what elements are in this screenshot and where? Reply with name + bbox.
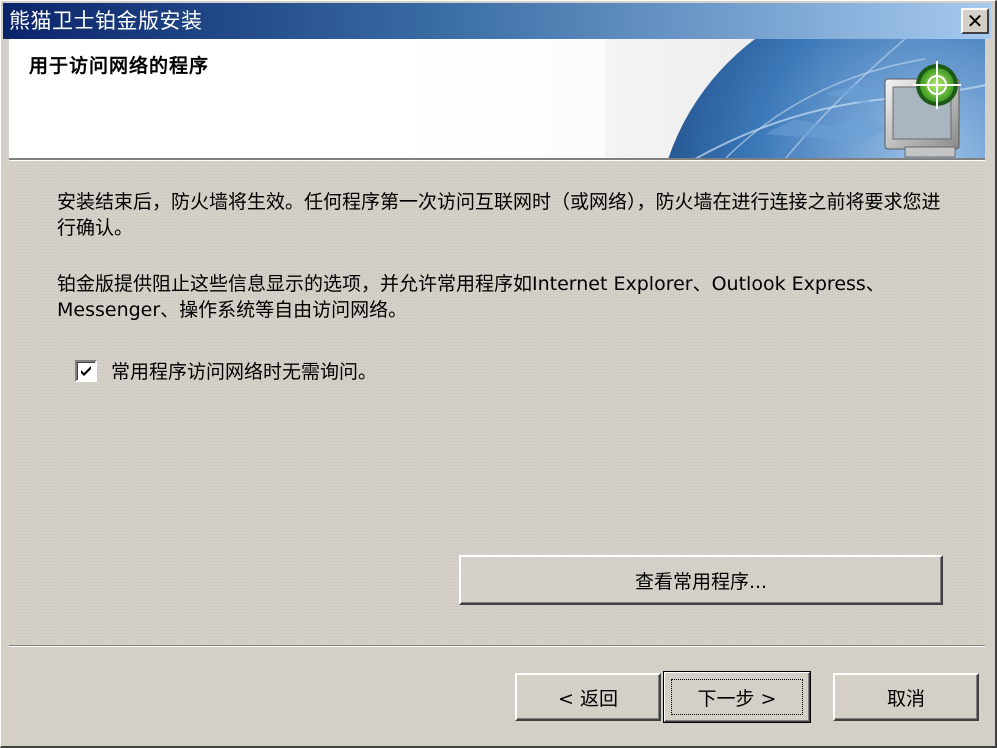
footer-divider xyxy=(9,645,985,647)
title-bar[interactable]: 熊猫卫士铂金版安装 ✕ xyxy=(3,3,991,39)
header-panel: 用于访问网络的程序 xyxy=(9,39,985,159)
back-button[interactable]: < 返回 xyxy=(515,673,661,721)
firewall-description: 安装结束后，防火墙将生效。任何程序第一次访问互联网时（或网络），防火墙在进行连接… xyxy=(57,191,941,239)
installer-window: 熊猫卫士铂金版安装 ✕ 用于访问网络的程序 安装结束后，防火墙将生效。任何程序第… xyxy=(0,0,997,748)
next-button[interactable]: 下一步 > xyxy=(663,671,811,723)
page-title: 用于访问网络的程序 xyxy=(29,55,210,77)
back-button-label: < 返回 xyxy=(558,687,618,710)
no-prompt-checkbox[interactable] xyxy=(75,359,97,382)
window-title: 熊猫卫士铂金版安装 xyxy=(9,9,203,33)
checkmark-icon xyxy=(81,365,91,376)
cancel-button-label: 取消 xyxy=(886,687,925,710)
focus-rectangle xyxy=(671,679,803,715)
view-common-programs-button[interactable]: 查看常用程序... xyxy=(459,555,943,605)
cancel-button[interactable]: 取消 xyxy=(833,673,979,721)
allow-programs-description: 铂金版提供阻止这些信息显示的选项，并允许常用程序如Internet Explor… xyxy=(57,273,885,321)
no-prompt-label: 常用程序访问网络时无需询问。 xyxy=(111,361,378,383)
close-icon: ✕ xyxy=(966,9,984,33)
no-prompt-option[interactable]: 常用程序访问网络时无需询问。 xyxy=(75,357,377,384)
view-common-programs-label: 查看常用程序... xyxy=(634,570,768,593)
globe-monitor-target-icon xyxy=(365,39,985,158)
close-button[interactable]: ✕ xyxy=(961,8,989,34)
content-area: 安装结束后，防火墙将生效。任何程序第一次访问互联网时（或网络），防火墙在进行连接… xyxy=(9,161,985,645)
